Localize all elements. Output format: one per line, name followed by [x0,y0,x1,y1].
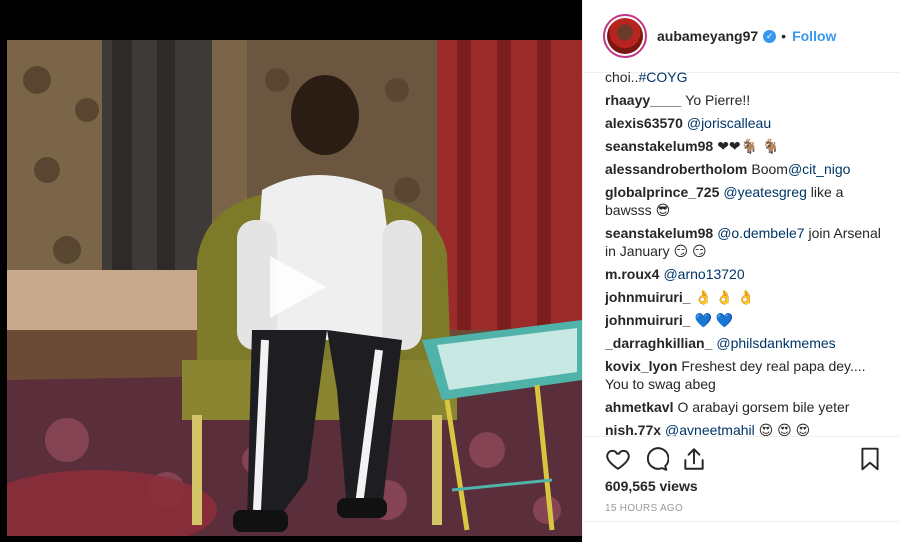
comment-username[interactable]: rhaayy____ [605,92,681,108]
comment-username[interactable]: seanstakelum98 [605,225,713,241]
comment-text: 😍 😍 😍 [758,422,811,436]
comment-username[interactable]: seanstakelum98 [605,138,713,154]
comment-mention-link[interactable]: #COYG [638,69,687,85]
follow-button[interactable]: Follow [792,28,836,44]
action-bar [583,436,900,476]
comment-username[interactable]: johnmuiruri_ [605,289,691,305]
comment-username[interactable]: alexis63570 [605,115,683,131]
comment-username[interactable]: _darraghkillian_ [605,335,712,351]
video-player[interactable] [0,0,582,542]
comment-username[interactable]: globalprince_725 [605,184,719,200]
comment-mention-link[interactable]: @o.dembele7 [717,225,804,241]
share-icon[interactable] [681,446,707,472]
comment-item: m.roux4 @arno13720 [605,265,881,283]
comment-text: ❤❤🐐 🐐 [717,138,780,154]
comment-text: O arabayi gorsem bile yeter [677,399,850,415]
comment-item: johnmuiruri_ 💙 💙 [605,311,881,329]
post-header: aubameyang97 ✓ • Follow [583,0,900,73]
comment-item: choi..#COYG [605,68,881,86]
comment-item: alexis63570 @joriscalleau [605,114,881,132]
comment-text: 👌 👌 👌 [694,289,755,305]
username-link[interactable]: aubameyang97 [657,28,758,44]
play-icon[interactable] [262,252,332,322]
comment-username[interactable]: kovix_lyon [605,358,677,374]
comment-item: alessandrobertholom Boom@cit_nigo [605,160,881,178]
separator-dot: • [781,28,787,44]
post-timestamp[interactable]: 15 HOURS AGO [605,503,683,514]
comment-mention-link[interactable]: @philsdankmemes [716,335,835,351]
comment-bubble-icon[interactable] [643,446,670,472]
comment-text: Yo Pierre!! [685,92,751,108]
comment-item: rhaayy____ Yo Pierre!! [605,91,881,109]
comment-text: 💙 💙 [694,312,734,328]
comment-item: nish.77x @avneetmahil 😍 😍 😍 [605,421,881,436]
comment-item: kovix_lyon Freshest dey real papa dey....… [605,357,881,393]
comment-item: seanstakelum98 ❤❤🐐 🐐 [605,137,881,155]
comment-username[interactable]: alessandrobertholom [605,161,747,177]
comment-username[interactable]: m.roux4 [605,266,659,282]
post-sidebar: aubameyang97 ✓ • Follow choi..#COYG rhaay… [582,0,900,542]
comment-mention-link[interactable]: @arno13720 [663,266,744,282]
comment-item: johnmuiruri_ 👌 👌 👌 [605,288,881,306]
verified-badge-icon: ✓ [763,29,777,43]
bookmark-icon[interactable] [857,446,883,472]
comment-item: seanstakelum98 @o.dembele7 join Arsenal i… [605,224,881,260]
comment-mention-link[interactable]: @avneetmahil [665,422,755,436]
comment-mention-link[interactable]: @joriscalleau [687,115,771,131]
comment-item: _darraghkillian_ @philsdankmemes [605,334,881,352]
divider [583,521,900,522]
comment-mention-link[interactable]: @yeatesgreg [723,184,806,200]
comment-text: choi.. [605,69,639,85]
comment-item: ahmetkavl O arabayi gorsem bile yeter [605,398,881,416]
heart-icon[interactable] [605,446,631,472]
comment-username[interactable]: johnmuiruri_ [605,312,691,328]
view-count[interactable]: 609,565 views [605,478,698,494]
comment-mention-link[interactable]: @cit_nigo [788,161,850,177]
comment-text: Boom [751,161,788,177]
comment-username[interactable]: ahmetkavl [605,399,673,415]
comment-item: globalprince_725 @yeatesgreg like a bawss… [605,183,881,219]
comment-list[interactable]: choi..#COYG rhaayy____ Yo Pierre!! alexis63… [605,66,881,436]
comment-username[interactable]: nish.77x [605,422,661,436]
avatar[interactable] [603,14,647,58]
